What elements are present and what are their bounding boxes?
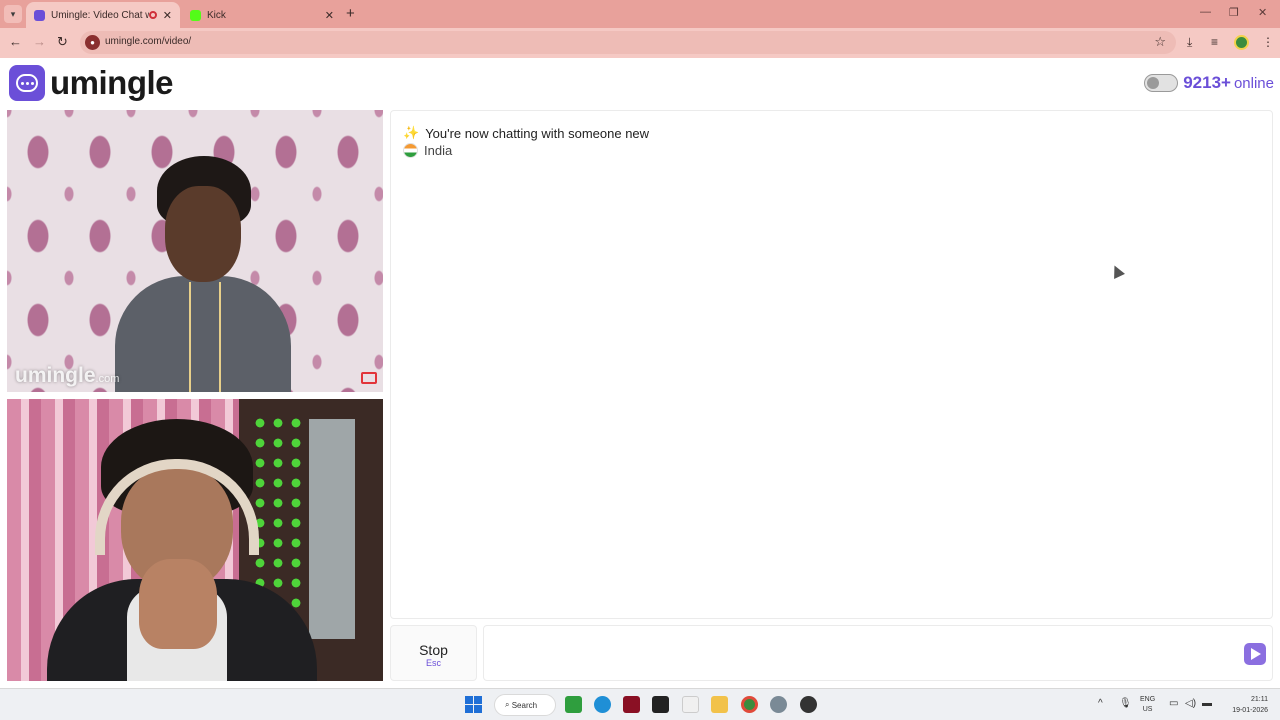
window-close-icon[interactable]: ✕ — [1258, 6, 1267, 19]
stranger-person — [115, 156, 291, 392]
site-info-icon[interactable]: ● — [85, 35, 100, 50]
tab-close-icon[interactable]: ✕ — [325, 9, 334, 22]
network-icon[interactable]: ▭ — [1169, 698, 1178, 709]
system-message: ✨ You're now chatting with someone new — [403, 125, 649, 141]
back-icon[interactable]: ← — [9, 34, 22, 49]
recording-indicator-icon — [148, 11, 157, 19]
tab-umingle[interactable]: Umingle: Video Chat with S ✕ — [26, 2, 180, 28]
notepad-icon[interactable] — [682, 696, 699, 713]
stop-label: Stop — [419, 642, 448, 658]
epic-games-icon[interactable] — [652, 696, 669, 713]
tab-kick[interactable]: Kick ✕ — [182, 2, 342, 28]
obs-icon[interactable] — [800, 696, 817, 713]
battery-icon[interactable]: ▬ — [1202, 698, 1212, 709]
url-text: umingle.com/video/ — [105, 36, 192, 47]
send-button[interactable] — [1244, 643, 1266, 665]
tab-title: Kick — [207, 9, 226, 21]
windows-start-icon[interactable] — [465, 696, 482, 713]
stranger-country: India — [403, 143, 452, 158]
india-flag-icon — [403, 143, 418, 158]
online-label: online — [1233, 74, 1274, 92]
os-taskbar: ⌕ Search ^ 🎙 ENG US ▭ ◁) ▬ 21:11 19-01-2… — [0, 688, 1280, 720]
kick-favicon-icon — [190, 9, 201, 21]
browser-menu-icon[interactable]: ⋮ — [1262, 35, 1274, 49]
edge-icon[interactable] — [594, 696, 611, 713]
minimize-icon[interactable]: — — [1200, 6, 1211, 18]
browser-tab-strip: ▾ Umingle: Video Chat with S ✕ Kick ✕ + … — [0, 0, 1280, 28]
profile-avatar[interactable] — [1234, 35, 1249, 50]
system-clock[interactable]: 21:11 19-01-2026 — [1224, 694, 1268, 716]
system-message-text: You're now chatting with someone new — [425, 125, 650, 141]
stop-shortcut: Esc — [425, 658, 441, 668]
self-person — [47, 419, 317, 681]
country-name: India — [424, 143, 453, 158]
chat-log: ✨ You're now chatting with someone new I… — [390, 110, 1273, 619]
search-label: Search — [511, 700, 538, 710]
tab-search-menu-icon[interactable]: ▾ — [4, 5, 22, 23]
online-count: 9213+ — [1183, 73, 1231, 92]
tray-overflow-icon[interactable]: ^ — [1098, 698, 1103, 709]
message-input[interactable] — [492, 634, 1232, 672]
new-tab-icon[interactable]: + — [346, 5, 355, 22]
media-controls-icon[interactable]: ≡ — [1211, 35, 1218, 49]
video-watermark: umingle.com — [15, 364, 120, 387]
stranger-video: umingle.com — [7, 110, 383, 392]
settings-gear-icon[interactable] — [770, 696, 787, 713]
dark-mode-toggle[interactable] — [1144, 74, 1179, 92]
bookmark-star-icon[interactable]: ☆ — [1154, 34, 1166, 50]
online-indicator: 9213+ online — [1144, 73, 1274, 93]
self-video — [7, 399, 383, 681]
language-indicator[interactable]: ENG US — [1140, 695, 1155, 715]
logo-text: umingle — [50, 64, 174, 101]
forward-icon[interactable]: → — [33, 34, 46, 49]
restore-icon[interactable]: ❐ — [1229, 6, 1239, 19]
browser-toolbar: ← → ↻ ● umingle.com/video/ ☆ ⤓ ≡ ⋮ — [0, 28, 1280, 58]
xbox-icon[interactable] — [565, 696, 582, 713]
message-composer — [483, 625, 1273, 681]
microphone-icon[interactable]: 🎙 — [1119, 698, 1132, 709]
site-logo[interactable]: umingle — [9, 64, 174, 102]
tab-close-icon[interactable]: ✕ — [163, 9, 172, 22]
address-bar[interactable]: ● umingle.com/video/ ☆ — [80, 31, 1176, 54]
volume-icon[interactable]: ◁) — [1185, 698, 1196, 709]
sparkle-icon: ✨ — [403, 125, 420, 140]
download-icon[interactable]: ⤓ — [1187, 35, 1192, 50]
stop-button[interactable]: Stop Esc — [390, 625, 477, 681]
app-icon[interactable] — [623, 696, 640, 713]
taskbar-search[interactable]: ⌕ Search — [494, 694, 556, 716]
umingle-favicon-icon — [34, 9, 45, 21]
report-flag-icon[interactable] — [361, 372, 377, 384]
file-explorer-icon[interactable] — [711, 696, 728, 713]
chrome-icon[interactable] — [741, 696, 758, 713]
reload-icon[interactable]: ↻ — [57, 34, 68, 50]
tab-title: Umingle: Video Chat with S — [51, 9, 149, 21]
send-icon — [1251, 648, 1261, 660]
chat-bubble-icon — [9, 65, 45, 101]
